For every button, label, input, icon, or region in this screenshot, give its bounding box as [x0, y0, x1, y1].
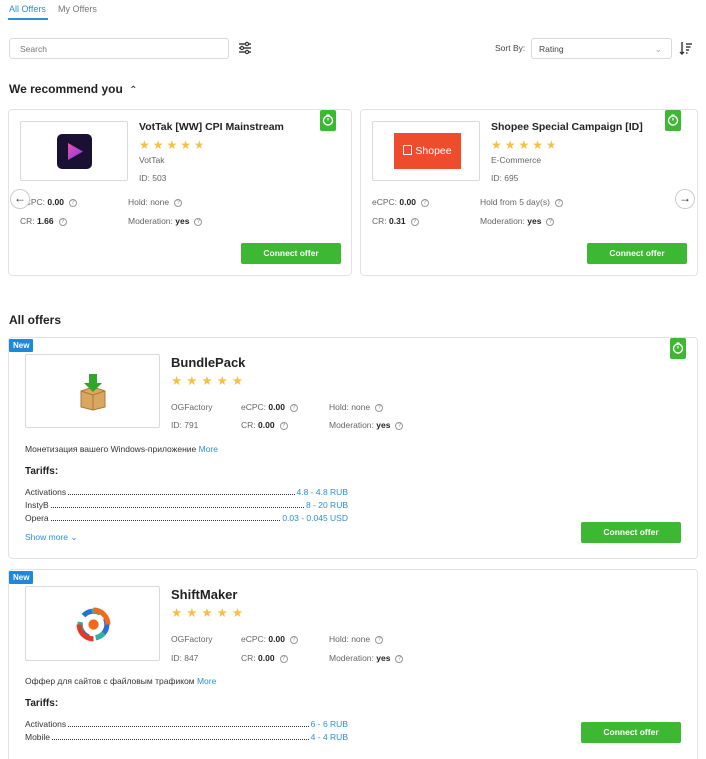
- vottak-logo-icon: [57, 134, 92, 169]
- offer-advertiser: OGFactory: [171, 402, 213, 412]
- offer-category: VotTak: [139, 155, 165, 165]
- recommended-section-title: We recommend you ⌃: [9, 82, 138, 96]
- search-input[interactable]: [9, 38, 229, 59]
- recommended-offer-card: VotTak [WW] CPI Mainstream ★★★★★ VotTak …: [8, 109, 352, 276]
- timer-icon: [670, 338, 686, 359]
- filter-sliders-icon[interactable]: [238, 41, 252, 57]
- tab-all-offers[interactable]: All Offers: [9, 4, 46, 14]
- help-icon: ?: [194, 217, 203, 226]
- tariff-row: Mobile 4 - 4 RUB: [25, 732, 348, 742]
- tariff-row: Activations 6 - 6 RUB: [25, 719, 348, 729]
- sort-select[interactable]: Rating ⌄: [531, 38, 672, 59]
- shiftmaker-logo-icon: [76, 607, 111, 642]
- active-tab-indicator: [8, 18, 48, 20]
- chevron-up-icon[interactable]: ⌃: [129, 85, 137, 96]
- help-icon: ?: [410, 217, 419, 226]
- cr-stat: CR: 1.66?: [20, 216, 67, 226]
- hold-stat: Hold: none?: [329, 402, 384, 412]
- connect-offer-button[interactable]: Connect offer: [581, 722, 681, 743]
- connect-offer-button[interactable]: Connect offer: [587, 243, 687, 264]
- connect-offer-button[interactable]: Connect offer: [581, 522, 681, 543]
- hold-stat: Hold: none?: [329, 634, 384, 644]
- tariffs-heading: Tariffs:: [25, 466, 59, 477]
- help-icon: ?: [68, 198, 77, 207]
- help-icon: ?: [395, 421, 404, 430]
- hold-stat: Hold from 5 day(s)?: [480, 197, 563, 207]
- offer-name[interactable]: BundlePack: [171, 355, 245, 370]
- help-icon: ?: [289, 403, 298, 412]
- ecpc-stat: eCPC: 0.00?: [241, 634, 298, 644]
- rating-stars: ★★★★★: [171, 606, 248, 620]
- offer-id: ID: 695: [491, 173, 519, 183]
- offer-advertiser: OGFactory: [171, 634, 213, 644]
- help-icon: ?: [546, 217, 555, 226]
- show-more-link[interactable]: Show more ⌄: [25, 532, 78, 543]
- more-link[interactable]: More: [197, 676, 216, 686]
- hold-stat: Hold: none?: [128, 197, 183, 207]
- timer-icon: [320, 110, 336, 131]
- new-badge: New: [9, 339, 34, 352]
- tariff-row: Opera 0.03 - 0.045 USD: [25, 513, 348, 523]
- carousel-next-arrow-icon[interactable]: →: [675, 189, 695, 209]
- tariff-row: Activations 4.8 - 4.8 RUB: [25, 487, 348, 497]
- help-icon: ?: [279, 654, 288, 663]
- moderation-stat: Moderation: yes?: [480, 216, 555, 226]
- help-icon: ?: [375, 403, 384, 412]
- more-link[interactable]: More: [199, 444, 218, 454]
- offer-card: New BundlePack ★★★★★ OGFactory ID: 791 e…: [8, 337, 698, 559]
- offer-logo: Shopee: [372, 121, 480, 181]
- chevron-down-icon: ⌄: [70, 532, 78, 542]
- offer-logo: [25, 586, 160, 661]
- offer-name[interactable]: VotTak [WW] CPI Mainstream: [139, 121, 284, 133]
- offer-id: ID: 503: [139, 173, 167, 183]
- help-icon: ?: [420, 198, 429, 207]
- offer-name[interactable]: ShiftMaker: [171, 587, 237, 602]
- carousel-prev-arrow-icon[interactable]: ←: [10, 189, 30, 209]
- sort-by-label: Sort By:: [495, 43, 526, 53]
- help-icon: ?: [375, 635, 384, 644]
- ecpc-stat: eCPC: 0.00?: [372, 197, 429, 207]
- new-badge: New: [9, 571, 34, 584]
- offer-id: ID: 847: [171, 653, 199, 663]
- offer-name[interactable]: Shopee Special Campaign [ID]: [491, 121, 643, 133]
- cr-stat: CR: 0.00?: [241, 653, 288, 663]
- offer-description: Оффер для сайтов с файловым трафиком Mor…: [25, 676, 217, 686]
- offer-id: ID: 791: [171, 420, 199, 430]
- help-icon: ?: [554, 198, 563, 207]
- cr-stat: CR: 0.31?: [372, 216, 419, 226]
- moderation-stat: Moderation: yes?: [329, 420, 404, 430]
- rating-stars: ★★★★★: [171, 374, 248, 388]
- moderation-stat: Moderation: yes?: [329, 653, 404, 663]
- offer-category: E-Commerce: [491, 155, 542, 165]
- offer-logo: [20, 121, 128, 181]
- shopee-logo-icon: Shopee: [394, 133, 461, 169]
- chevron-down-icon: ⌄: [654, 44, 662, 54]
- box-download-icon: [80, 374, 106, 411]
- rating-stars: ★★★★★: [139, 138, 208, 152]
- recommended-offer-card: Shopee Shopee Special Campaign [ID] ★★★★…: [360, 109, 698, 276]
- all-offers-section-title: All offers: [9, 313, 62, 327]
- sort-select-value: Rating: [539, 44, 564, 54]
- help-icon: ?: [289, 635, 298, 644]
- offer-logo: [25, 354, 160, 428]
- tariff-row: InstyB 8 - 20 RUB: [25, 500, 348, 510]
- help-icon: ?: [174, 198, 183, 207]
- connect-offer-button[interactable]: Connect offer: [241, 243, 341, 264]
- cr-stat: CR: 0.00?: [241, 420, 288, 430]
- help-icon: ?: [395, 654, 404, 663]
- ecpc-stat: eCPC: 0.00?: [241, 402, 298, 412]
- offer-card: New ShiftMaker ★★★★★ OGFactory ID: 847 e…: [8, 569, 698, 759]
- tab-my-offers[interactable]: My Offers: [58, 4, 97, 14]
- timer-icon: [665, 110, 681, 131]
- help-icon: ?: [279, 421, 288, 430]
- help-icon: ?: [58, 217, 67, 226]
- rating-stars: ★★★★★: [491, 138, 560, 152]
- offer-description: Монетизация вашего Windows-приложение Mo…: [25, 444, 218, 454]
- moderation-stat: Moderation: yes?: [128, 216, 203, 226]
- sort-order-icon[interactable]: [679, 41, 693, 57]
- tariffs-heading: Tariffs:: [25, 698, 59, 709]
